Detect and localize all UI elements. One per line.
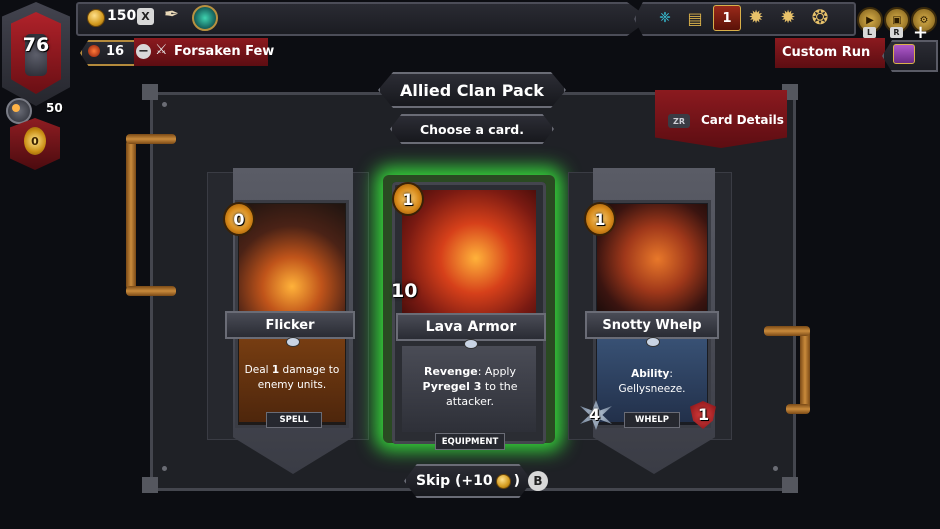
gold-amount: 150 (107, 8, 137, 24)
copper-pipe (126, 286, 176, 296)
boss-icon-2[interactable]: ✹ (777, 6, 799, 28)
rivet (162, 466, 167, 471)
crystal-value: 0 (24, 127, 46, 155)
crossed-swords-icon: ⚔ (155, 42, 168, 58)
snotty-whelp-keyword-ability: Ability (631, 368, 670, 380)
copper-pipe (126, 140, 136, 290)
r-key-hint: R (890, 27, 903, 38)
x-button-hint[interactable]: X (137, 8, 154, 25)
rivet (162, 102, 167, 107)
zr-key-hint: ZR (668, 114, 690, 128)
flicker-name: Flicker (225, 311, 355, 339)
ember-icon (6, 98, 32, 124)
plus-icon[interactable]: + (913, 22, 928, 43)
rivet (773, 466, 778, 471)
snotty-whelp-description: Ability: Gellysneeze. (602, 367, 702, 397)
skip-label-close: ) (513, 473, 521, 489)
lava-armor-cost: 1 (392, 182, 424, 216)
pack-title: Allied Clan Pack (378, 72, 566, 108)
pack-subtitle: Choose a card. (390, 114, 554, 144)
clan-icon[interactable]: ❈ (654, 7, 676, 29)
snotty-whelp-health: 1 (698, 405, 710, 424)
snotty-whelp-name: Snotty Whelp (585, 311, 719, 339)
mutator-label: Forsaken Few (174, 44, 275, 59)
upgrade-slot-gem (464, 339, 478, 349)
lava-armor-attack: 10 (391, 280, 418, 302)
board-corner (142, 477, 158, 493)
card-count-badge[interactable]: 1 (713, 5, 741, 31)
flicker-description: Deal 1 damage to enemy units. (244, 363, 340, 393)
lava-armor-keyword-pyregel: Pyregel 3 (422, 380, 482, 393)
boss-icon-1[interactable]: ✹ (745, 6, 767, 28)
card-details-label: Card Details (701, 113, 784, 127)
ember-value: 50 (46, 101, 63, 115)
copper-pipe (800, 330, 810, 410)
flicker-cost: 0 (223, 202, 255, 236)
copper-pipe (786, 404, 810, 414)
flicker-desc-pre: Deal (244, 364, 272, 376)
board-corner (142, 84, 158, 100)
gold-coin-icon (87, 9, 105, 27)
skip-button[interactable]: Skip (+10 ) (404, 464, 532, 498)
map-icon[interactable] (192, 5, 218, 31)
copper-pipe (126, 134, 176, 144)
covenant-level: 16 (106, 44, 125, 59)
lava-armor-description: Revenge: Apply Pyregel 3 to the attacker… (412, 364, 528, 409)
minus-icon[interactable]: − (136, 44, 151, 59)
deck-icon[interactable]: ▤ (684, 7, 706, 29)
board-corner (782, 477, 798, 493)
top-resource-bar (76, 2, 650, 36)
covenant-icon (88, 45, 100, 57)
b-key-hint[interactable]: B (528, 471, 548, 491)
upgrade-slot-gem (286, 337, 300, 347)
snotty-whelp-type: WHELP (624, 412, 680, 428)
lava-armor-type: EQUIPMENT (435, 433, 505, 450)
quill-icon[interactable]: ✒ (164, 4, 179, 25)
l-key-hint: L (863, 27, 876, 38)
snotty-whelp-cost: 1 (584, 202, 616, 236)
snotty-whelp-attack: 4 (589, 405, 601, 424)
lava-armor-desc-mid: : Apply (477, 365, 516, 378)
pyre-health-value: 76 (22, 34, 50, 56)
lava-armor-keyword-revenge: Revenge (424, 365, 478, 378)
artifact-icon[interactable] (893, 44, 915, 64)
pyre-health-badge: 76 (2, 2, 70, 106)
lava-armor-name: Lava Armor (396, 313, 546, 341)
copper-pipe (764, 326, 810, 336)
custom-run-label: Custom Run (782, 45, 871, 60)
flicker-type: SPELL (266, 412, 322, 428)
final-boss-icon[interactable]: ❂ (809, 5, 831, 29)
skip-label: Skip (+10 (415, 473, 493, 489)
crystal-badge: 0 (10, 118, 60, 170)
upgrade-slot-gem (646, 337, 660, 347)
gold-coin-icon (495, 473, 511, 489)
card-details-button[interactable]: ZR Card Details (655, 90, 787, 148)
